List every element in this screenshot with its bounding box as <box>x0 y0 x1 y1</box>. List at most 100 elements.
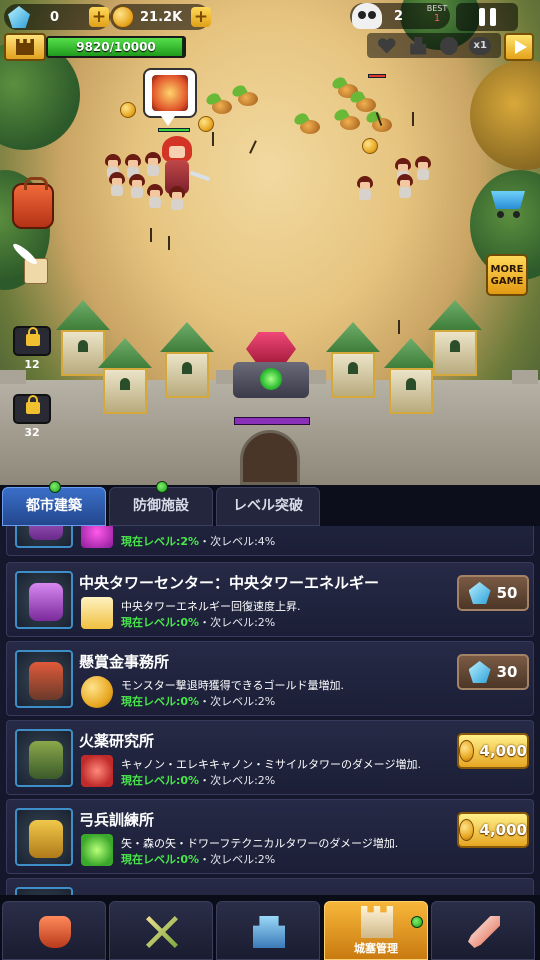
enemy-bug <box>300 120 320 134</box>
building-name: 懸賞金事務所 <box>79 653 170 671</box>
add-gold-button[interactable]: + <box>191 7 211 27</box>
archer-tower[interactable] <box>98 338 152 414</box>
lock-icon <box>26 327 40 346</box>
arrow-projectile <box>212 132 214 146</box>
nav-castle-management[interactable]: 城塞管理 <box>324 901 428 960</box>
gem-icon <box>468 661 491 683</box>
defense-tower-icon <box>253 916 285 948</box>
castle-hp-bar: 9820/10000 <box>46 36 186 58</box>
item-toolbar: x1 <box>367 33 501 58</box>
battlement <box>0 370 26 384</box>
list-item[interactable]: 弓兵訓練所 矢・森の矢・ドワーフテクニカルタワーのダメージ増加. 現在レベル:0… <box>6 799 534 874</box>
backpack-button[interactable] <box>12 177 54 229</box>
speed-toggle[interactable]: x1 <box>469 36 492 55</box>
play-button[interactable] <box>504 33 534 61</box>
enemy-bug <box>340 116 360 130</box>
kill-count: 2 <box>394 8 404 24</box>
nav-upgrade[interactable] <box>431 901 535 960</box>
soldier-unit <box>144 152 162 176</box>
arrow-projectile <box>249 140 257 154</box>
gem-icon <box>8 6 30 28</box>
level-info: 現在レベル:2%・次レベル:4% <box>121 533 275 549</box>
tab-level-breakthrough[interactable]: レベル突破 <box>216 487 320 526</box>
archer-tower[interactable] <box>160 322 214 398</box>
tab-city-building[interactable]: 都市建築 <box>2 481 106 526</box>
locked-slot[interactable] <box>13 326 51 356</box>
pause-button[interactable] <box>456 3 518 31</box>
best-value: 1 <box>433 13 441 24</box>
battlement <box>512 370 538 384</box>
locked-slot-level: 12 <box>24 358 40 371</box>
upgrade-cost-button[interactable]: 30 <box>457 654 529 690</box>
building-thumbnail <box>15 571 73 629</box>
gold-coin-drop[interactable] <box>198 116 214 132</box>
bottom-nav: 城塞管理 <box>0 895 540 960</box>
tower-item-icon[interactable] <box>410 36 427 55</box>
archer-tower[interactable] <box>428 300 482 376</box>
level-info: 現在レベル:0%・次レベル:2% <box>121 851 275 867</box>
list-item[interactable]: 懸賞金事務所 モンスター撃退時獲得できるゴールド量増加. 現在レベル:0%・次レ… <box>6 641 534 716</box>
gold-icon <box>112 6 134 28</box>
panel-tabs: 都市建築 防御施設 レベル突破 <box>0 481 540 526</box>
building-description: キャノン・エレキキャノン・ミサイルタワーのダメージ増加. <box>121 758 421 771</box>
enemy-bug <box>212 100 232 114</box>
upgrade-cost-button[interactable]: 4,000 <box>457 733 529 769</box>
bomb-icon[interactable] <box>439 36 458 55</box>
building-thumbnail <box>15 729 73 787</box>
rocket-icon <box>468 916 500 948</box>
building-list[interactable]: 現在レベル:2%・次レベル:4% 中央タワーセンター：中央タワーエネルギー 中央… <box>0 526 540 895</box>
energy-up-icon <box>81 597 113 629</box>
building-name: 火薬研究所 <box>79 732 155 750</box>
next-level: ・次レベル:4% <box>199 535 276 548</box>
nav-defense[interactable] <box>216 901 320 960</box>
building-thumbnail <box>15 887 73 895</box>
list-item[interactable] <box>6 878 534 895</box>
list-item[interactable]: 現在レベル:2%・次レベル:4% <box>6 526 534 556</box>
gold-coin-drop[interactable] <box>120 102 136 118</box>
castle-icon <box>361 906 393 938</box>
tab-label: レベル突破 <box>233 498 303 514</box>
nav-battle[interactable] <box>109 901 213 960</box>
cost-amount: 4,000 <box>479 742 527 760</box>
current-level: 現在レベル:2% <box>121 535 200 548</box>
skull-icon <box>352 3 382 29</box>
more-game-button[interactable]: MORE GAME <box>486 254 528 296</box>
list-item[interactable]: 火薬研究所 キャノン・エレキキャノン・ミサイルタワーのダメージ増加. 現在レベル… <box>6 720 534 795</box>
upgrade-cost-button[interactable]: 4,000 <box>457 812 529 848</box>
crossed-swords-icon <box>146 916 178 948</box>
level-info: 現在レベル:0%・次レベル:2% <box>121 772 275 788</box>
current-level: 現在レベル:0% <box>121 774 200 787</box>
archer-tower[interactable] <box>326 322 380 398</box>
add-gems-button[interactable]: + <box>89 7 109 27</box>
castle-gate <box>240 430 300 485</box>
building-description: モンスター撃退時獲得できるゴールド量増加. <box>121 679 345 692</box>
soldier-unit <box>356 176 374 200</box>
next-level: ・次レベル:2% <box>199 853 276 866</box>
tab-defense-facilities[interactable]: 防御施設 <box>109 481 213 526</box>
enemy-bug <box>238 92 258 106</box>
central-tower-energy-bar <box>234 417 310 425</box>
notification-dot <box>156 481 168 493</box>
gem-icon <box>468 582 491 604</box>
shop-cart-button[interactable] <box>487 187 529 219</box>
upgrade-cost-button[interactable]: 50 <box>457 575 529 611</box>
gold-coin-drop[interactable] <box>362 138 378 154</box>
heart-icon[interactable] <box>377 37 397 55</box>
hero-skill-bubble[interactable] <box>143 68 197 126</box>
central-tower[interactable] <box>233 332 309 414</box>
battlefield <box>0 0 540 485</box>
locked-slot[interactable] <box>13 394 51 424</box>
list-item[interactable]: 中央タワーセンター：中央タワーエネルギー 中央タワーエネルギー回復速度上昇. 現… <box>6 562 534 637</box>
quest-scroll-button[interactable] <box>10 241 50 288</box>
gold-coin-icon <box>81 676 113 708</box>
building-thumbnail <box>15 808 73 866</box>
nav-equipment[interactable] <box>2 901 106 960</box>
arrow-projectile <box>412 112 414 126</box>
enemy-bug <box>356 98 376 112</box>
magic-orb-icon <box>81 526 113 548</box>
notification-dot <box>49 481 61 493</box>
soldier-unit <box>128 174 146 198</box>
sword-skill-icon <box>152 75 188 111</box>
current-level: 現在レベル:0% <box>121 853 200 866</box>
soldier-unit <box>414 156 432 180</box>
